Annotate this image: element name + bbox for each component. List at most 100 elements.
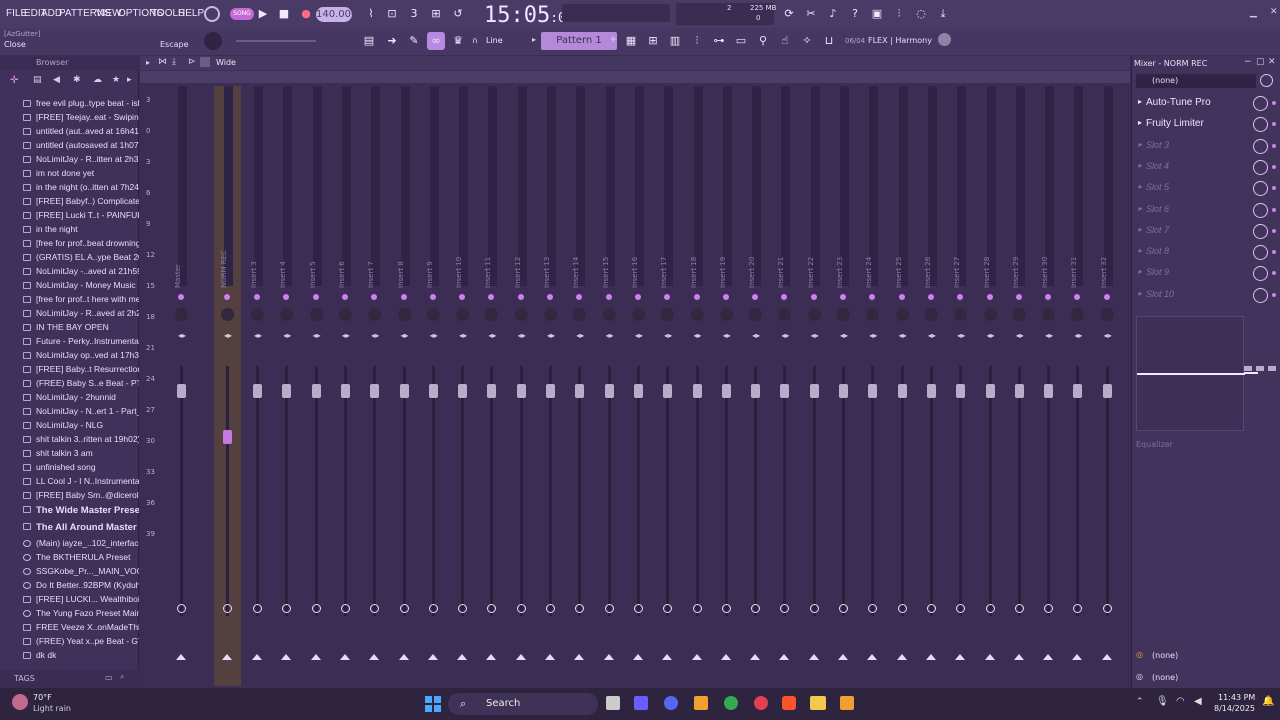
strip-stereo-knob[interactable] (338, 308, 352, 321)
strip-label[interactable]: Insert 16 (625, 257, 652, 288)
countdown-icon[interactable]: 3 (405, 5, 423, 23)
strip-label[interactable]: Insert 31 (1064, 257, 1091, 288)
mixer-strip[interactable]: Insert 15 ◂▸ (596, 86, 623, 686)
output-1-select[interactable]: (none) (1152, 651, 1178, 660)
strip-label[interactable]: Insert 23 (830, 257, 857, 288)
effect-slot[interactable]: ▸ Slot 6 (1138, 201, 1276, 221)
weather-desc[interactable]: Light rain (33, 704, 71, 713)
mixer-strip[interactable]: Master ◂▸ (168, 86, 195, 686)
save-icon[interactable]: ▣ (868, 5, 886, 23)
send-knob[interactable] (1073, 604, 1083, 613)
mixer-strip[interactable]: Insert 3 ◂▸ (244, 86, 271, 686)
browser-item[interactable]: im not done yet (0, 166, 139, 180)
route-arrow-icon[interactable] (574, 654, 585, 660)
browser-item[interactable]: (Main) iayze_..102_interface (0, 536, 139, 550)
volume-fader[interactable] (721, 384, 731, 398)
news-headline[interactable]: FLEX | Harmony (868, 36, 932, 45)
eq-band-1[interactable] (1244, 366, 1252, 371)
pan-arrows-icon[interactable]: ◂▸ (1073, 332, 1083, 356)
step-edit-icon[interactable]: ⊞ (427, 5, 445, 23)
search-icon[interactable]: ⌕ (120, 672, 124, 682)
strip-label[interactable]: Insert 22 (801, 257, 828, 288)
volume-fader[interactable] (926, 384, 936, 398)
browser-item[interactable]: [FREE] Baby Sm..@dicerollaa (0, 488, 139, 502)
mixer-strip[interactable]: Insert 5 ◂▸ (303, 86, 330, 686)
route-arrow-icon[interactable] (545, 654, 555, 660)
magnet-icon[interactable]: ∩ (472, 36, 478, 45)
strip-label[interactable]: Insert 20 (742, 257, 769, 288)
strip-stereo-knob[interactable] (175, 308, 188, 321)
pan-arrows-icon[interactable]: ◂▸ (223, 332, 233, 356)
cart-icon[interactable]: ⊔ (820, 32, 838, 50)
eq-band-2[interactable] (1256, 366, 1264, 371)
strip-label[interactable]: Insert 27 (947, 257, 974, 288)
strip-label[interactable]: Insert 3 (244, 258, 271, 288)
strip-label[interactable]: Insert 11 (478, 257, 505, 288)
pan-arrows-icon[interactable]: ◂▸ (605, 332, 615, 356)
strip-enable-dot[interactable] (1015, 294, 1022, 300)
send-knob[interactable] (1044, 604, 1054, 613)
send-knob[interactable] (721, 604, 731, 613)
back-icon[interactable]: ◀ (53, 75, 60, 85)
mixer-strip[interactable]: Insert 18 ◂▸ (684, 86, 711, 686)
touch-icon[interactable]: ☝ (776, 32, 794, 50)
strip-stereo-knob[interactable] (309, 308, 323, 321)
wifi-icon[interactable]: ◠ (1176, 696, 1185, 707)
volume-fader[interactable] (487, 384, 497, 398)
strip-enable-dot[interactable] (576, 294, 583, 300)
volume-icon[interactable]: ◀ (1194, 696, 1202, 707)
browser-item[interactable]: untitled (autosaved at 1h07) (0, 138, 139, 152)
pan-arrows-icon[interactable]: ◂▸ (693, 332, 703, 356)
taskbar-date[interactable]: 8/14/2025 (1214, 704, 1255, 713)
gear-icon[interactable]: ✱ (73, 75, 81, 85)
pan-arrows-icon[interactable]: ◂▸ (722, 332, 732, 356)
send-knob[interactable] (897, 604, 907, 613)
more-icon[interactable]: ▸ (127, 75, 132, 85)
fl-studio-icon[interactable] (694, 696, 708, 710)
strip-enable-dot[interactable] (634, 294, 641, 300)
slot-mix-knob[interactable] (1253, 181, 1268, 197)
route-arrow-icon[interactable] (984, 654, 995, 660)
task-view-icon[interactable] (606, 696, 620, 710)
strip-label[interactable]: Insert 25 (889, 257, 916, 288)
strip-enable-dot[interactable] (664, 294, 671, 300)
browser-item[interactable]: Future - Perky..Instrumental) (0, 334, 139, 348)
mixer-strip[interactable]: Insert 27 ◂▸ (947, 86, 974, 686)
strip-stereo-knob[interactable] (368, 308, 382, 321)
brush-icon[interactable]: ✎ (405, 32, 423, 50)
strip-label[interactable]: Master (168, 258, 195, 288)
strip-stereo-knob[interactable] (1012, 308, 1026, 321)
slot-enable-dot[interactable] (1272, 292, 1276, 297)
effect-slot[interactable]: ▸ Slot 8 (1138, 243, 1276, 263)
browser-item[interactable]: [FREE] Baby..t Resurrection (0, 362, 139, 376)
browser-item[interactable]: FREE Veeze X..onMadeThis_) (0, 620, 139, 634)
route-arrow-icon[interactable] (838, 654, 848, 660)
slot-enable-dot[interactable] (1272, 101, 1276, 105)
volume-fader[interactable] (633, 384, 643, 398)
route-arrow-icon[interactable] (310, 654, 321, 660)
browser-item[interactable]: [free for prof..beat drowning (0, 236, 139, 250)
strip-stereo-knob[interactable] (719, 308, 733, 321)
strip-stereo-knob[interactable] (895, 308, 909, 321)
pan-arrows-icon[interactable]: ◂▸ (546, 332, 556, 356)
strip-label[interactable]: Insert 21 (771, 257, 798, 288)
slot-enable-dot[interactable] (1272, 250, 1276, 255)
volume-fader[interactable] (340, 384, 350, 398)
slot-mix-knob[interactable] (1253, 245, 1268, 261)
browser-item[interactable]: (GRATIS) EL A..ype Beat 2024 (0, 250, 139, 264)
pan-arrows-icon[interactable]: ◂▸ (282, 332, 292, 356)
output-2-select[interactable]: (none) (1152, 673, 1178, 682)
plug-icon[interactable]: ⚲ (754, 32, 772, 50)
strip-stereo-knob[interactable] (1100, 308, 1114, 321)
slot-mix-knob[interactable] (1253, 266, 1268, 282)
pan-arrows-icon[interactable]: ◂▸ (341, 332, 351, 356)
effect-slot[interactable]: ▸ Auto-Tune Pro (1138, 94, 1276, 114)
strip-enable-dot[interactable] (224, 294, 230, 300)
strip-stereo-knob[interactable] (1042, 308, 1056, 321)
slot-enable-dot[interactable] (1272, 143, 1276, 148)
send-knob[interactable] (458, 604, 468, 613)
slot-enable-dot[interactable] (1272, 207, 1276, 212)
mixer-strip[interactable]: Insert 8 ◂▸ (391, 86, 418, 686)
effect-slot[interactable]: ▸ Slot 3 (1138, 137, 1276, 157)
chrome-icon[interactable] (724, 696, 738, 710)
